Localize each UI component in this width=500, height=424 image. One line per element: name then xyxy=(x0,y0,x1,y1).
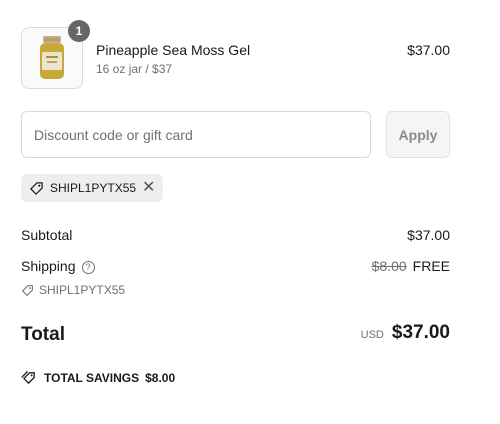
jar-image xyxy=(40,36,64,79)
savings-label: TOTAL SAVINGS xyxy=(44,370,140,385)
product-price: $37.00 xyxy=(407,42,450,58)
quantity-badge: 1 xyxy=(68,20,90,42)
shipping-code-label: SHIPL1PYTX55 xyxy=(39,283,126,297)
tags-icon xyxy=(21,371,35,384)
shipping-discount-code: SHIPL1PYTX55 xyxy=(21,283,125,297)
close-icon[interactable]: ✕ xyxy=(142,180,155,196)
shipping-row-label: Shipping? xyxy=(21,258,95,274)
savings-value: $8.00 xyxy=(145,370,176,385)
tag-icon xyxy=(30,181,43,195)
applied-discount-chip: SHIPL1PYTX55 ✕ xyxy=(21,174,164,202)
shipping-label: Shipping xyxy=(21,258,76,274)
applied-code-label: SHIPL1PYTX55 xyxy=(50,181,137,195)
total-value-group: USD $37.00 xyxy=(361,322,450,344)
discount-input[interactable] xyxy=(21,111,371,158)
subtotal-value: $37.00 xyxy=(407,227,450,243)
tag-icon xyxy=(22,284,33,296)
subtotal-label: Subtotal xyxy=(21,227,73,243)
apply-button[interactable]: Apply xyxy=(386,111,450,158)
total-savings: TOTAL SAVINGS $8.00 xyxy=(21,370,175,385)
total-value: $37.00 xyxy=(391,322,450,343)
help-circle-icon[interactable]: ? xyxy=(81,261,95,274)
shipping-value: FREE xyxy=(412,258,450,274)
product-name: Pineapple Sea Moss Gel xyxy=(96,42,251,58)
product-variant: 16 oz jar / $37 xyxy=(96,62,173,76)
shipping-value-group: $8.00 FREE xyxy=(372,258,450,274)
shipping-original-price: $8.00 xyxy=(371,258,407,274)
total-label: Total xyxy=(21,324,65,345)
currency-code: USD xyxy=(360,329,384,341)
